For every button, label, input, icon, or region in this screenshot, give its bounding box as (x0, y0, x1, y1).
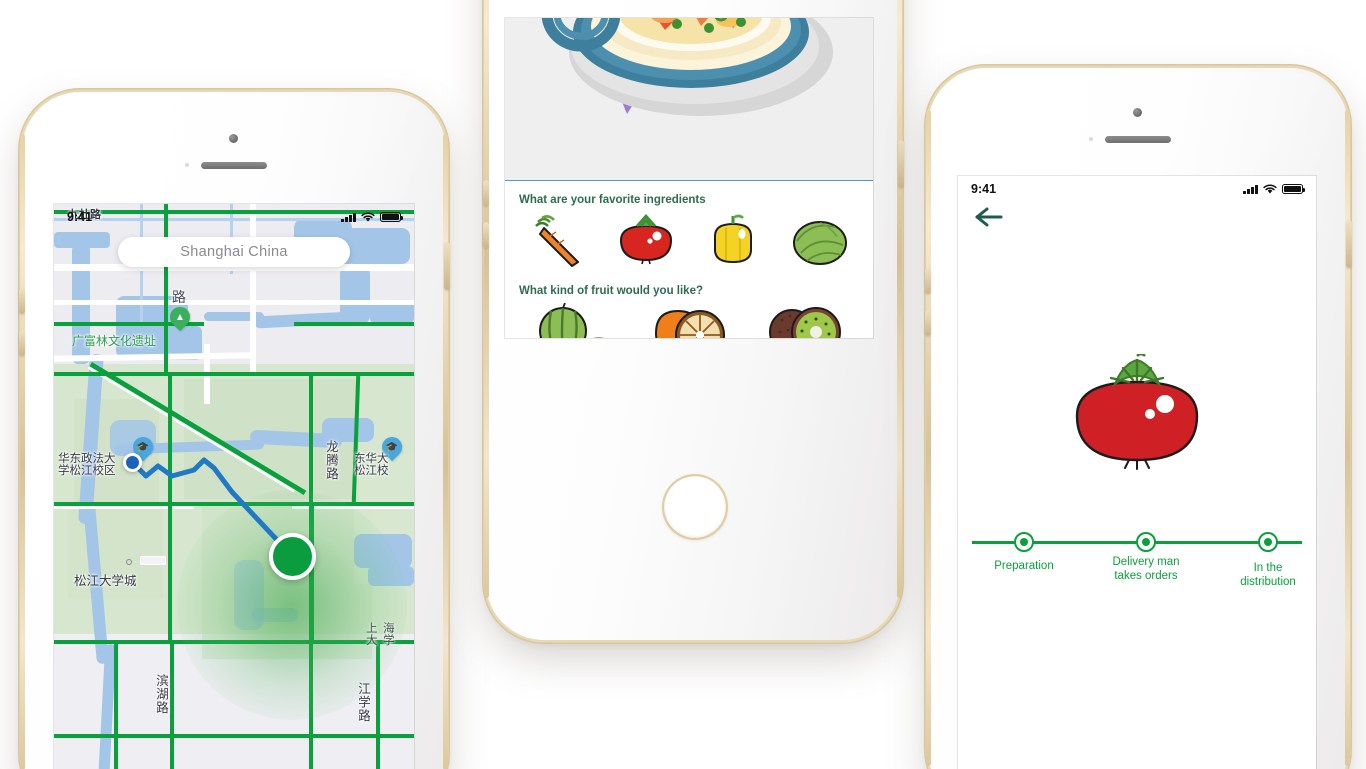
status-time: 9:41 (67, 210, 93, 224)
volume-down-button[interactable] (924, 310, 931, 336)
wifi-icon (361, 211, 375, 222)
phone-left-edge (484, 0, 489, 598)
map-label-univ-town: 松江大学城 (74, 573, 137, 588)
volume-up-button[interactable] (18, 288, 25, 314)
origin-marker[interactable] (123, 453, 142, 472)
map-label-longteng-road: 龙腾路 (324, 440, 339, 481)
option-orange[interactable] (631, 301, 747, 338)
map-building-marker (140, 556, 166, 565)
front-camera-icon (1133, 108, 1142, 117)
tomato-illustration (1075, 354, 1199, 470)
option-kiwi[interactable] (747, 301, 863, 338)
phone-mockup-survey: What are your favorite ingredients What … (482, 0, 904, 640)
power-button[interactable] (1345, 220, 1352, 268)
arrow-left-icon (975, 207, 1003, 227)
map-screen: ▲ 🎓 🎓 九杜路 路 广富林文化遗址 华东政法大 学松江校区 东华大 松江校 … (54, 204, 414, 769)
fruit-options-row (505, 301, 873, 338)
order-hero-image (958, 354, 1316, 472)
map-label-ecupl: 华东政法大 学松江校区 (58, 451, 116, 478)
park-pin-icon[interactable]: ▲ (165, 302, 195, 332)
front-camera-icon (229, 134, 238, 143)
ingredient-options-row (505, 210, 873, 272)
wifi-icon (1263, 183, 1277, 194)
progress-node-3[interactable] (1258, 532, 1278, 552)
battery-icon (1282, 183, 1306, 195)
progress-line (964, 531, 1310, 553)
cabbage-icon (792, 221, 847, 265)
status-time: 9:41 (971, 182, 997, 196)
proximity-sensor-icon (1089, 137, 1093, 141)
earpiece-speaker (201, 162, 267, 169)
option-cabbage[interactable] (776, 210, 863, 272)
map-label-park: 广富林文化遗址 (72, 334, 157, 348)
screenshot-stage: ▲ 🎓 🎓 九杜路 路 广富林文化遗址 华东政法大 学松江校区 东华大 松江校 … (0, 0, 1366, 769)
survey-screen: What are your favorite ingredients What … (505, 18, 873, 338)
earpiece-speaker (1105, 136, 1171, 143)
survey-content: What are your favorite ingredients What … (505, 181, 873, 338)
signal-bars-icon (1243, 184, 1258, 194)
question-ingredients-label: What are your favorite ingredients (519, 194, 706, 206)
phone-right-edge (1345, 110, 1350, 766)
status-bar: 9:41 (54, 204, 414, 230)
tomato-icon (619, 214, 672, 265)
home-button[interactable] (662, 474, 728, 540)
progress-label-1: Preparation (994, 560, 1054, 572)
progress-labels: Preparation Delivery man takes orders In… (964, 556, 1310, 599)
status-icons (1243, 183, 1306, 195)
order-progress-tracker: Preparation Delivery man takes orders In… (958, 531, 1316, 599)
bell-pepper-icon (713, 214, 752, 264)
volume-down-button[interactable] (18, 330, 25, 356)
phone-left-edge (20, 134, 25, 769)
map-poi-dot (126, 559, 132, 565)
signal-bars-icon (341, 212, 356, 222)
volume-up-button[interactable] (482, 180, 489, 206)
progress-node-2[interactable] (1136, 532, 1156, 552)
map-label-dhu: 东华大 松江校 (354, 451, 389, 478)
search-input[interactable]: Shanghai China (118, 237, 350, 267)
question-fruit-label: What kind of fruit would you like? (519, 285, 703, 297)
phone-left-edge (926, 110, 931, 766)
carrot-icon (534, 215, 579, 267)
proximity-sensor-icon (185, 163, 189, 167)
tree-icon: ▲ (175, 311, 185, 323)
destination-marker[interactable] (269, 533, 316, 580)
phone-mockup-map: ▲ 🎓 🎓 九杜路 路 广富林文化遗址 华东政法大 学松江校区 东华大 松江校 … (18, 92, 450, 769)
phone-right-edge (443, 134, 448, 769)
orange-icon (654, 309, 725, 338)
progress-label-2: Delivery man takes orders (1112, 556, 1180, 583)
phone-right-edge (897, 0, 902, 598)
power-button[interactable] (443, 242, 450, 290)
map-label-road-center: 路 (172, 290, 186, 306)
back-button[interactable] (974, 204, 1004, 230)
status-bar: 9:41 (958, 176, 1316, 202)
status-icons (341, 211, 404, 223)
progress-label-3: In the distribution (1240, 562, 1296, 589)
map-canvas[interactable]: ▲ 🎓 🎓 九杜路 路 广富林文化遗址 华东政法大 学松江校区 东华大 松江校 … (54, 204, 414, 769)
noodle-bowl-illustration (541, 18, 833, 116)
map-label-binhu-road: 滨湖路 (154, 674, 169, 715)
option-bell-pepper[interactable] (689, 210, 776, 272)
volume-down-button[interactable] (482, 222, 489, 248)
battery-icon (380, 211, 404, 223)
tracking-screen: 9:41 Preparation Delivery man takes orde… (958, 176, 1316, 769)
option-watermelon[interactable] (515, 301, 631, 338)
power-button[interactable] (897, 140, 904, 188)
dish-image-pane (505, 18, 873, 181)
option-tomato[interactable] (602, 210, 689, 272)
phone-mockup-tracking: 9:41 Preparation Delivery man takes orde… (924, 68, 1352, 769)
kiwi-icon (769, 307, 841, 338)
option-carrot[interactable] (515, 210, 602, 272)
progress-node-1[interactable] (1014, 532, 1034, 552)
watermelon-icon (539, 303, 605, 338)
volume-up-button[interactable] (924, 268, 931, 294)
